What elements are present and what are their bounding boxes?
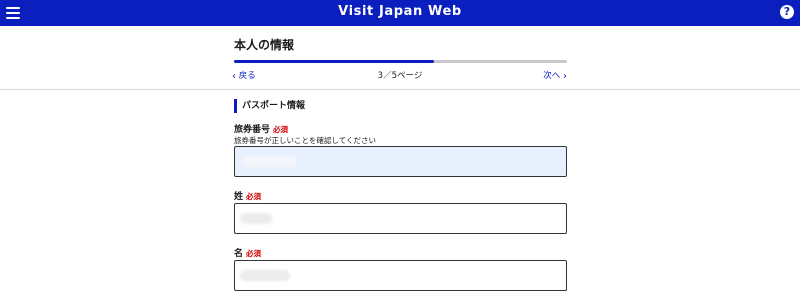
surname-label: 姓必須 <box>234 189 261 202</box>
passport-number-label: 旅券番号 必須 <box>234 122 288 135</box>
required-badge: 必須 <box>273 125 289 134</box>
progress-fill <box>234 60 434 63</box>
redacted-value <box>240 270 290 281</box>
top-bar: Visit Japan Web ? <box>0 0 800 26</box>
progress-bar <box>234 60 567 63</box>
next-label: 次へ <box>543 71 561 81</box>
help-icon[interactable]: ? <box>780 5 794 19</box>
field-label-text: 旅券番号 <box>234 125 271 135</box>
page-indicator: 3／5ページ <box>377 71 423 81</box>
passport-number-input[interactable] <box>234 146 567 177</box>
section-title: パスポート情報 <box>234 99 305 113</box>
required-badge: 必須 <box>246 249 262 258</box>
chevron-right-icon: › <box>563 71 567 82</box>
app-title: Visit Japan Web <box>338 4 462 19</box>
redacted-value <box>240 213 272 224</box>
page-header: 本人の情報 ‹ 戻る 3／5ページ 次へ › <box>0 26 800 90</box>
surname-input[interactable] <box>234 203 567 234</box>
given-name-input[interactable] <box>234 260 567 291</box>
next-button[interactable]: 次へ › <box>543 69 567 82</box>
page-title: 本人の情報 <box>234 38 295 52</box>
required-badge: 必須 <box>246 192 262 201</box>
given-name-label: 名必須 <box>234 246 261 259</box>
field-label-text: 名 <box>234 249 244 259</box>
field-label-text: 姓 <box>234 192 244 202</box>
passport-number-hint: 旅券番号が正しいことを確認してください <box>234 136 377 145</box>
redacted-value <box>243 156 297 167</box>
